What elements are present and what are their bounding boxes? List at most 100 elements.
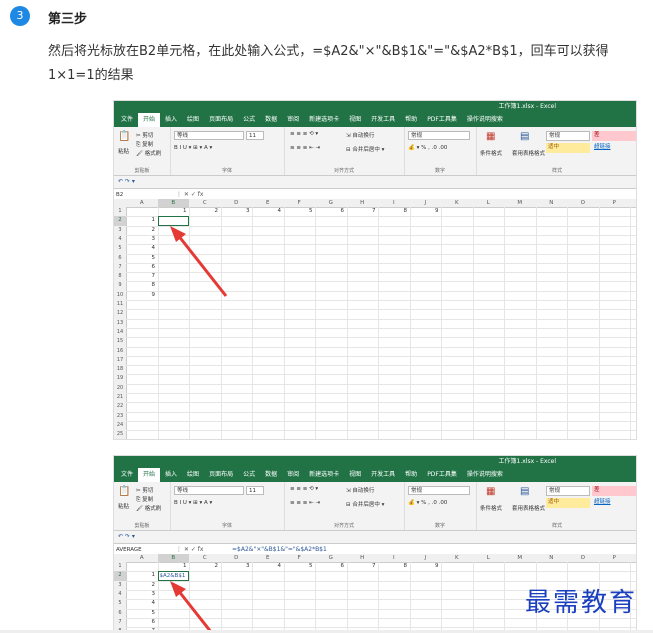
column-header-D[interactable]: D bbox=[221, 554, 253, 562]
column-header-P[interactable]: P bbox=[599, 199, 631, 207]
font-name-select[interactable]: 等线 bbox=[174, 486, 244, 495]
number-buttons[interactable]: 💰 ▾ % , .0 .00 bbox=[408, 500, 447, 506]
worksheet-grid[interactable]: A B C D E F G H I J K L M N O P 1 2 3 4 5 6 7 8 9 10 11 12 13 14 15 16 1… bbox=[114, 199, 636, 439]
row-header-3[interactable]: 3 bbox=[114, 581, 126, 590]
column-header-B[interactable]: B bbox=[157, 554, 189, 562]
tab-4[interactable]: 页面布局 bbox=[204, 113, 238, 127]
number-format-select[interactable]: 常规 bbox=[408, 131, 470, 140]
table-format-button[interactable]: 套用表格格式 bbox=[512, 504, 545, 512]
bold-italic-underline[interactable]: B I U ▾ ⊞ ▾ A ▾ bbox=[174, 145, 212, 151]
wrap-text-button[interactable]: ⇲ 自动换行 bbox=[346, 486, 374, 494]
table-format-button[interactable]: 套用表格格式 bbox=[512, 149, 545, 157]
tab-10[interactable]: 开发工具 bbox=[366, 468, 400, 482]
column-header-H[interactable]: H bbox=[347, 554, 379, 562]
tab-12[interactable]: PDF工具集 bbox=[422, 468, 462, 482]
column-header-H[interactable]: H bbox=[347, 199, 379, 207]
font-size-select[interactable]: 11 bbox=[246, 486, 264, 495]
row-header-5[interactable]: 5 bbox=[114, 244, 126, 253]
column-header-I[interactable]: I bbox=[378, 199, 410, 207]
tab-7[interactable]: 审阅 bbox=[282, 468, 304, 482]
column-header-E[interactable]: E bbox=[252, 199, 284, 207]
row-header-6[interactable]: 6 bbox=[114, 609, 126, 618]
row-header-17[interactable]: 17 bbox=[114, 356, 126, 365]
row-header-14[interactable]: 14 bbox=[114, 328, 126, 337]
tab-11[interactable]: 帮助 bbox=[400, 113, 422, 127]
row-header-7[interactable]: 7 bbox=[114, 263, 126, 272]
tab-6[interactable]: 数据 bbox=[260, 113, 282, 127]
style-normal[interactable]: 常规 bbox=[546, 486, 590, 496]
column-header-E[interactable]: E bbox=[252, 554, 284, 562]
number-buttons[interactable]: 💰 ▾ % , .0 .00 bbox=[408, 145, 447, 151]
table-format-icon[interactable]: ▤ bbox=[520, 131, 529, 142]
paste-button[interactable]: 📋 bbox=[118, 131, 130, 142]
column-header-C[interactable]: C bbox=[189, 554, 221, 562]
row-header-4[interactable]: 4 bbox=[114, 590, 126, 599]
tab-1[interactable]: 开始 bbox=[138, 113, 161, 127]
row-header-4[interactable]: 4 bbox=[114, 235, 126, 244]
tab-5[interactable]: 公式 bbox=[238, 468, 260, 482]
conditional-format-icon[interactable]: ▦ bbox=[486, 131, 495, 142]
column-header-M[interactable]: M bbox=[504, 199, 536, 207]
conditional-format-icon[interactable]: ▦ bbox=[486, 486, 495, 497]
table-format-icon[interactable]: ▤ bbox=[520, 486, 529, 497]
row-header-1[interactable]: 1 bbox=[114, 207, 126, 216]
align-buttons[interactable]: ≡ ≡ ≡ ⟲ ▾ bbox=[290, 131, 318, 137]
tab-9[interactable]: 视图 bbox=[344, 113, 366, 127]
column-header-O[interactable]: O bbox=[567, 554, 599, 562]
column-header-D[interactable]: D bbox=[221, 199, 253, 207]
merge-center-button[interactable]: ⊟ 合并后居中 ▾ bbox=[346, 500, 384, 508]
column-header-B[interactable]: B bbox=[157, 199, 189, 207]
align-buttons[interactable]: ≡ ≡ ≡ ⟲ ▾ bbox=[290, 486, 318, 492]
row-header-5[interactable]: 5 bbox=[114, 599, 126, 608]
merge-center-button[interactable]: ⊟ 合并后居中 ▾ bbox=[346, 145, 384, 153]
copy-button[interactable]: ⎘ 复制 bbox=[136, 495, 153, 504]
copy-button[interactable]: ⎘ 复制 bbox=[136, 140, 153, 149]
align-buttons-2[interactable]: ≡ ≡ ≡ ⇤ ⇥ bbox=[290, 500, 320, 506]
tab-2[interactable]: 插入 bbox=[160, 113, 182, 127]
tab-0[interactable]: 文件 bbox=[116, 468, 138, 482]
row-header-13[interactable]: 13 bbox=[114, 319, 126, 328]
style-neutral[interactable]: 适中 bbox=[546, 143, 590, 153]
style-normal[interactable]: 常规 bbox=[546, 131, 590, 141]
row-header-24[interactable]: 24 bbox=[114, 421, 126, 430]
paste-label[interactable]: 粘贴 bbox=[118, 502, 129, 510]
column-header-L[interactable]: L bbox=[473, 199, 505, 207]
number-format-select[interactable]: 常规 bbox=[408, 486, 470, 495]
row-header-22[interactable]: 22 bbox=[114, 402, 126, 411]
row-header-3[interactable]: 3 bbox=[114, 226, 126, 235]
editing-cell-B2[interactable]: $A2&B$1 bbox=[157, 571, 189, 581]
column-header-J[interactable]: J bbox=[410, 199, 442, 207]
tab-11[interactable]: 帮助 bbox=[400, 468, 422, 482]
column-header-A[interactable]: A bbox=[126, 199, 158, 207]
tab-2[interactable]: 插入 bbox=[160, 468, 182, 482]
style-hyperlink[interactable]: 超链接 bbox=[592, 143, 636, 153]
tab-8[interactable]: 新建选项卡 bbox=[304, 113, 344, 127]
row-header-21[interactable]: 21 bbox=[114, 393, 126, 402]
bold-italic-underline[interactable]: B I U ▾ ⊞ ▾ A ▾ bbox=[174, 500, 212, 506]
column-header-K[interactable]: K bbox=[441, 554, 473, 562]
column-header-K[interactable]: K bbox=[441, 199, 473, 207]
row-header-9[interactable]: 9 bbox=[114, 281, 126, 290]
row-header-6[interactable]: 6 bbox=[114, 254, 126, 263]
tab-7[interactable]: 审阅 bbox=[282, 113, 304, 127]
tab-12[interactable]: PDF工具集 bbox=[422, 113, 462, 127]
row-header-10[interactable]: 10 bbox=[114, 291, 126, 300]
tab-10[interactable]: 开发工具 bbox=[366, 113, 400, 127]
row-header-2[interactable]: 2 bbox=[114, 571, 126, 581]
column-header-L[interactable]: L bbox=[473, 554, 505, 562]
row-header-15[interactable]: 15 bbox=[114, 337, 126, 346]
row-header-2[interactable]: 2 bbox=[114, 216, 126, 226]
tab-8[interactable]: 新建选项卡 bbox=[304, 468, 344, 482]
column-header-O[interactable]: O bbox=[567, 199, 599, 207]
row-header-19[interactable]: 19 bbox=[114, 374, 126, 383]
tab-6[interactable]: 数据 bbox=[260, 468, 282, 482]
column-header-F[interactable]: F bbox=[284, 199, 316, 207]
column-header-N[interactable]: N bbox=[536, 554, 568, 562]
font-size-select[interactable]: 11 bbox=[246, 131, 264, 140]
tab-4[interactable]: 页面布局 bbox=[204, 468, 238, 482]
column-header-A[interactable]: A bbox=[126, 554, 158, 562]
tab-5[interactable]: 公式 bbox=[238, 113, 260, 127]
conditional-format-button[interactable]: 条件格式 bbox=[480, 149, 502, 157]
tab-13[interactable]: 操作说明搜索 bbox=[462, 468, 508, 482]
row-header-18[interactable]: 18 bbox=[114, 365, 126, 374]
